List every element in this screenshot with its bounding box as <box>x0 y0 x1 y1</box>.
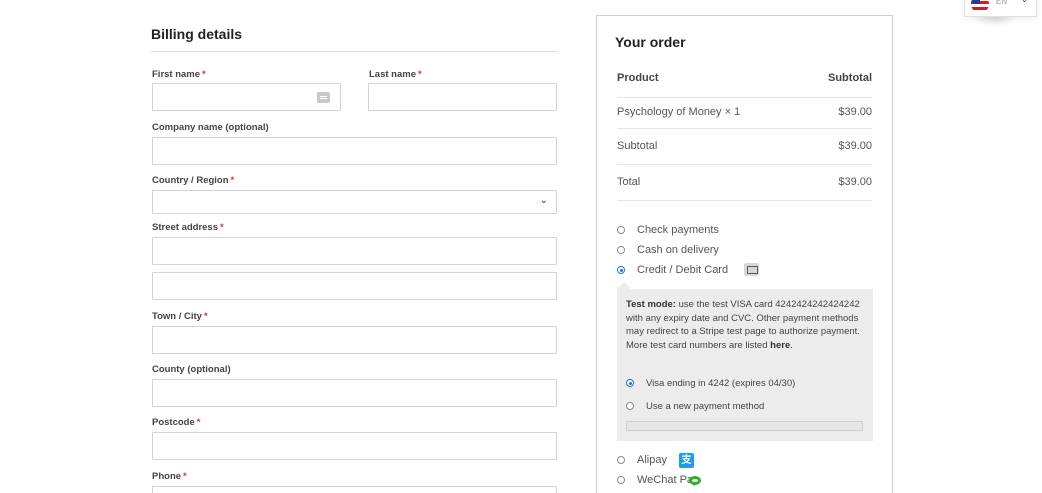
required-mark: * <box>220 222 224 233</box>
order-table-header: Product Subtotal <box>617 72 872 84</box>
payment-method-label: Credit / Debit Card <box>637 264 729 276</box>
postcode-input[interactable] <box>152 432 557 460</box>
country-label: Country / Region * <box>152 175 235 186</box>
chevron-down-icon: ⌄ <box>1021 0 1028 4</box>
saved-card-label: Visa ending in 4242 (expires 04/30) <box>646 378 796 389</box>
total-row: Total $39.00 <box>617 176 872 188</box>
company-label: Company name (optional) <box>152 122 269 133</box>
total-value: $39.00 <box>838 176 872 188</box>
credit-card-icon <box>744 263 759 276</box>
company-input[interactable] <box>152 137 557 165</box>
required-mark: * <box>203 311 208 322</box>
county-label: County (optional) <box>152 364 231 375</box>
first-name-input[interactable] <box>152 83 341 111</box>
divider <box>617 97 872 98</box>
divider <box>617 200 872 201</box>
language-switcher[interactable]: EN ⌄ <box>964 0 1037 17</box>
order-review: Your order Product Subtotal Psychology o… <box>596 15 893 493</box>
order-item-price: $39.00 <box>838 106 872 118</box>
language-code: EN <box>996 0 1008 6</box>
credit-card-radio[interactable] <box>617 266 625 274</box>
required-mark: * <box>418 69 422 80</box>
first-name-label: First name * <box>152 69 206 80</box>
subtotal-label: Subtotal <box>617 140 658 152</box>
check-payments-radio[interactable] <box>617 226 625 234</box>
stripe-box-pointer <box>617 282 631 289</box>
street-address-line2-input[interactable] <box>152 272 557 300</box>
new-card-element[interactable] <box>626 421 863 431</box>
alipay-radio[interactable] <box>617 456 625 464</box>
subtotal-row: Subtotal $39.00 <box>617 140 872 152</box>
autofill-contact-icon[interactable] <box>317 92 330 103</box>
order-item-name: Psychology of Money × 1 <box>617 106 741 118</box>
street-label: Street address * <box>152 222 224 233</box>
town-input[interactable] <box>152 326 557 354</box>
alipay-icon: 支 <box>679 453 694 468</box>
stripe-payment-box: Test mode: use the test VISA card 424242… <box>617 289 873 441</box>
phone-label: Phone * <box>152 471 187 482</box>
town-label: Town / City * <box>152 311 208 322</box>
test-cards-link[interactable]: here <box>770 340 790 351</box>
divider <box>617 164 872 165</box>
total-label: Total <box>617 176 641 188</box>
cash-on-delivery-radio[interactable] <box>617 246 625 254</box>
country-select[interactable]: ⌄ <box>152 190 557 214</box>
divider <box>151 51 558 52</box>
subtotal-column-header: Subtotal <box>828 72 872 84</box>
last-name-input[interactable] <box>368 83 557 111</box>
test-mode-label: Test mode: <box>626 299 676 310</box>
payment-method-label: Cash on delivery <box>637 244 719 256</box>
wechat-icon <box>689 476 701 485</box>
subtotal-value: $39.00 <box>838 140 872 152</box>
required-mark: * <box>230 175 235 186</box>
new-payment-label: Use a new payment method <box>646 401 765 412</box>
test-mode-period: . <box>790 339 793 351</box>
order-title: Your order <box>615 34 686 50</box>
required-mark: * <box>196 417 201 428</box>
test-mode-notice: Test mode: use the test VISA card 424242… <box>626 298 866 352</box>
required-mark: * <box>183 471 187 482</box>
street-address-line1-input[interactable] <box>152 237 557 265</box>
payment-method-label: Alipay <box>637 454 667 466</box>
saved-card-radio[interactable] <box>626 379 634 387</box>
us-flag-icon <box>971 0 989 13</box>
billing-title: Billing details <box>151 26 243 42</box>
divider <box>617 128 872 129</box>
order-item-row: Psychology of Money × 1 $39.00 <box>617 106 872 118</box>
payment-method-label: Check payments <box>637 224 719 236</box>
phone-input[interactable] <box>152 486 557 493</box>
required-mark: * <box>202 69 206 80</box>
postcode-label: Postcode * <box>152 417 201 428</box>
last-name-label: Last name * <box>369 69 422 80</box>
billing-details: Billing details First name * Last name * C… <box>151 0 558 493</box>
county-input[interactable] <box>152 379 557 407</box>
product-column-header: Product <box>617 72 659 84</box>
chevron-down-icon: ⌄ <box>539 195 548 206</box>
new-payment-radio[interactable] <box>626 402 634 410</box>
wechat-radio[interactable] <box>617 476 625 484</box>
